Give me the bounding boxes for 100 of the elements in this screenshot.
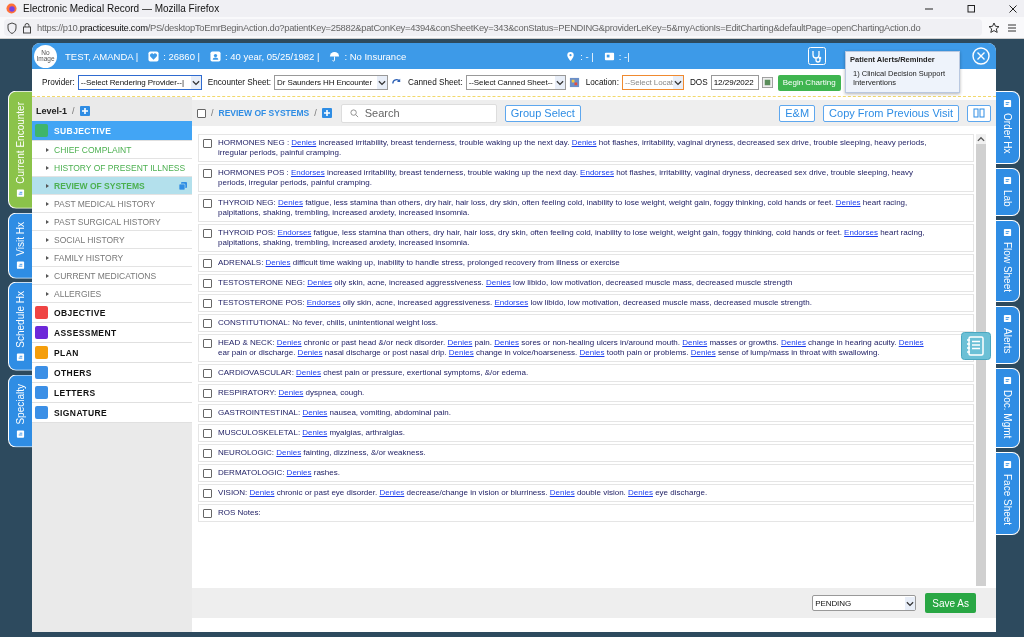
sidebar-item[interactable]: CURRENT MEDICATIONS	[32, 267, 192, 285]
checkbox[interactable]	[203, 429, 212, 438]
patient-age-dob: : 40 year, 05/25/1982 |	[225, 50, 320, 62]
finding-link[interactable]: Endorses	[290, 168, 325, 177]
ros-item-text: HORMONES POS : Endorses increased irritability, breast tenderness, trouble waking up the next day. Endorses hot flashes, irritability, vaginal dryness, decreased sex drive, trouble sleeping, heavy periods, irregular periods, painful cramping.	[218, 168, 915, 188]
scroll-up-icon[interactable]	[976, 134, 986, 144]
checkbox[interactable]	[203, 489, 212, 498]
sidebar-item[interactable]: PAST MEDICAL HISTORY	[32, 195, 192, 213]
add-icon[interactable]	[321, 108, 332, 118]
finding-link[interactable]: Denies	[291, 138, 317, 147]
finding-link[interactable]: Denies	[278, 198, 303, 207]
finding-link[interactable]: Denies	[249, 488, 275, 497]
select-all-checkbox[interactable]	[197, 109, 206, 118]
provider-select[interactable]: --Select Rendering Provider--|	[77, 75, 202, 90]
finding-link[interactable]: Denies	[571, 138, 597, 147]
finding-link[interactable]: Denies	[682, 338, 708, 347]
calendar-icon[interactable]	[761, 77, 773, 88]
ros-item-text: CARDIOVASCULAR: Denies chest pain or pressure, exertional symptoms, &/or edema.	[218, 368, 529, 378]
finding-link[interactable]: Endorses	[844, 228, 878, 237]
sidebar-section[interactable]: OTHERS	[32, 363, 192, 383]
sheet-icon[interactable]	[568, 77, 580, 88]
checkbox[interactable]	[203, 199, 212, 208]
checkbox[interactable]	[203, 259, 212, 268]
finding-link[interactable]: Denies	[302, 428, 328, 437]
dos-date-field[interactable]: 12/29/2022	[710, 75, 759, 90]
finding-link[interactable]: Denies	[494, 338, 520, 347]
finding-link[interactable]: Denies	[278, 388, 304, 397]
sidebar-section[interactable]: OBJECTIVE	[32, 303, 192, 323]
finding-link[interactable]: Denies	[690, 348, 716, 357]
finding-link[interactable]: Denies	[276, 338, 302, 347]
sidebar-section[interactable]: SIGNATURE	[32, 403, 192, 423]
finding-link[interactable]: Denies	[447, 338, 473, 347]
sidebar-section[interactable]: PLAN	[32, 343, 192, 363]
menu-icon[interactable]	[1006, 21, 1018, 34]
dos-label: DOS	[689, 78, 708, 87]
finding-link[interactable]: Denies	[302, 408, 328, 417]
ros-item-text: THYROID NEG: Denies fatigue, less stamina than others, dry hair, hair loss, dry skin, often feeling cold, inability to lose weight, weight gain, foggy thinking, cold hands or feet. Denies heart racing, palpitations, shaking, trembling, increased anxiety, increased insomnia.	[218, 198, 909, 218]
close-icon[interactable]	[1008, 3, 1018, 14]
finding-link[interactable]: Denies	[549, 488, 575, 497]
finding-link[interactable]: Endorses	[277, 228, 312, 237]
finding-link[interactable]: Denies	[781, 338, 806, 347]
status-select[interactable]: PENDING	[812, 595, 917, 611]
sidebar-item[interactable]: FAMILY HISTORY	[32, 249, 192, 267]
finding-link[interactable]: Denies	[296, 368, 321, 377]
sidebar-section[interactable]: LETTERS	[32, 383, 192, 403]
checkbox[interactable]	[203, 279, 212, 288]
checkbox[interactable]	[203, 409, 212, 418]
checkbox[interactable]	[203, 169, 212, 178]
ros-item-text: DERMATOLOGIC: Denies rashes.	[218, 468, 340, 478]
finding-link[interactable]: Denies	[265, 258, 291, 267]
finding-link[interactable]: Denies	[448, 348, 474, 357]
section-title: REVIEW OF SYSTEMS	[218, 108, 310, 118]
finding-link[interactable]: Denies	[286, 468, 312, 477]
finding-link[interactable]: Denies	[276, 448, 302, 457]
columns-button[interactable]	[967, 104, 991, 122]
checkbox[interactable]	[203, 469, 212, 478]
checkbox[interactable]	[203, 339, 212, 348]
group-select-button[interactable]: Group Select	[504, 104, 581, 122]
location-text: : - |	[580, 50, 594, 62]
checkbox[interactable]	[203, 319, 212, 328]
checkbox[interactable]	[203, 299, 212, 308]
scrollbar[interactable]	[976, 134, 986, 586]
copy-from-previous-visit-button[interactable]: Copy From Previous Visit	[823, 104, 959, 122]
ros-item-text: ADRENALS: Denies difficult time waking up, inability to handle stress, prolonged recovery from illness or exercise	[218, 258, 620, 268]
finding-link[interactable]: Denies	[898, 338, 924, 347]
location-select[interactable]: --Select Locat	[621, 75, 684, 90]
checkbox[interactable]	[203, 509, 212, 518]
ros-item-text: THYROID POS: Endorses fatigue, less stamina than others, dry hair, hair loss, dry skin, often feeling cold, inability to lose weight, weight gain, foggy thinking, cold hands or feet. Endorses heart racing, palpitations, shaking, trembling, increased anxiety, increased insomnia.	[218, 228, 926, 248]
notes-icon[interactable]	[961, 332, 991, 360]
checkbox[interactable]	[203, 369, 212, 378]
sidebar-section[interactable]: ASSESSMENT	[32, 323, 192, 343]
bullet-icon	[46, 201, 49, 206]
address-bar[interactable]: https://p10.practicesuite.com/PS/desktopToEmrBeginAction.do?patientKey=25882&patConKey=4394&conSheetKey=343&conStatus=PENDING&providerLeKey=5&myActionIs=EditCharting&defaultPage=openChartingAction.do	[4, 19, 982, 36]
finding-link[interactable]: Denies	[835, 198, 861, 207]
checkbox[interactable]	[203, 389, 212, 398]
finding-link[interactable]: Denies	[579, 348, 605, 357]
finding-link[interactable]: Denies	[307, 278, 333, 287]
checkbox[interactable]	[203, 449, 212, 458]
maximize-icon[interactable]	[966, 3, 976, 14]
add-icon[interactable]	[79, 105, 90, 116]
finding-link[interactable]: Endorses	[494, 298, 529, 307]
canned-sheet-select[interactable]: --Select Canned Sheet--	[465, 75, 566, 90]
checkbox[interactable]	[203, 229, 212, 238]
sidebar-item[interactable]: ALLERGIES	[32, 285, 192, 303]
finding-link[interactable]: Denies	[485, 278, 511, 287]
finding-link[interactable]: Endorses	[306, 298, 341, 307]
document-icon	[1003, 228, 1012, 238]
search-input[interactable]: Search	[364, 107, 475, 119]
finding-link[interactable]: Denies	[628, 488, 653, 497]
bookmark-star-icon[interactable]	[988, 21, 1000, 34]
checkbox[interactable]	[203, 139, 212, 148]
finding-link[interactable]: Denies	[379, 488, 405, 497]
search-field[interactable]: Search	[340, 103, 497, 123]
stethoscope-icon[interactable]	[808, 47, 826, 65]
finding-link[interactable]: Endorses	[580, 168, 614, 177]
encounter-sheet-select[interactable]: Dr Saunders HH Encounter	[274, 75, 389, 90]
sidebar-item[interactable]: SOCIAL HISTORY	[32, 231, 192, 249]
sidebar-item[interactable]: PAST SURGICAL HISTORY	[32, 213, 192, 231]
finding-link[interactable]: Denies	[297, 348, 323, 357]
e-and-m-button[interactable]: E&M	[779, 104, 816, 122]
